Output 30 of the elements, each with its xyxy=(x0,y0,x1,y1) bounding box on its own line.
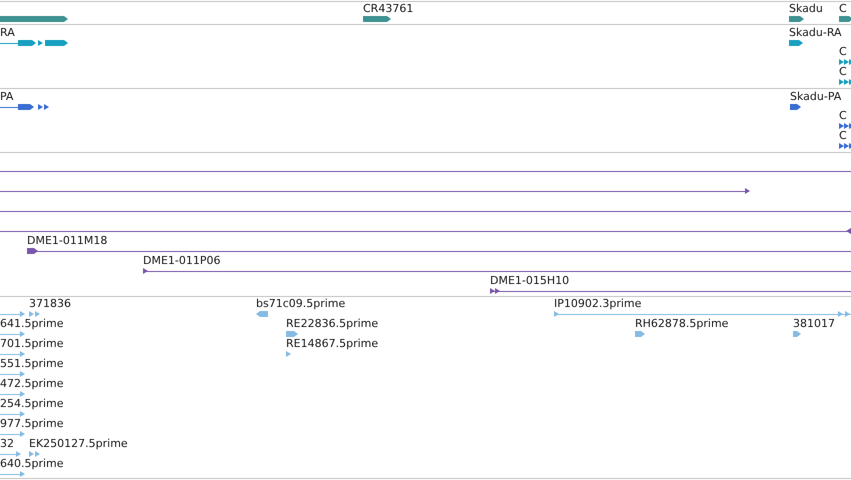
feature-label: bs71c09.5prime xyxy=(256,298,346,310)
feature-label: C xyxy=(839,3,847,15)
feature-label: 977.5prime xyxy=(0,418,64,430)
feature-label: Skadu-RA xyxy=(789,27,842,39)
feature-label: 472.5prime xyxy=(0,378,64,390)
feature-label: 254.5prime xyxy=(0,398,64,410)
feature-label: RE22836.5prime xyxy=(286,318,378,330)
feature-label: RE14867.5prime xyxy=(286,338,378,350)
feature-label: DME1-015H10 xyxy=(490,275,570,287)
feature-label: 371836 xyxy=(29,298,71,310)
feature-label: RA xyxy=(0,27,15,39)
feature-label: EK250127.5prime xyxy=(29,438,128,450)
feature-label: Skadu-PA xyxy=(790,91,842,103)
feature-label: C xyxy=(839,110,847,122)
feature-label: DME1-011P06 xyxy=(143,255,221,267)
feature-label: 381017 xyxy=(793,318,835,330)
feature-label: C xyxy=(839,130,847,142)
feature-label: IP10902.3prime xyxy=(554,298,642,310)
feature-label: PA xyxy=(0,91,14,103)
feature-label: 641.5prime xyxy=(0,318,64,330)
feature-label: 640.5prime xyxy=(0,458,64,470)
feature-label: Skadu xyxy=(789,3,823,15)
feature-label: CR43761 xyxy=(363,3,414,15)
feature-label: 551.5prime xyxy=(0,358,64,370)
feature-label: 32 xyxy=(0,438,14,450)
feature-label: RH62878.5prime xyxy=(635,318,728,330)
feature-label: C xyxy=(839,46,847,58)
feature-label: DME1-011M18 xyxy=(27,235,108,247)
feature-label: 701.5prime xyxy=(0,338,64,350)
feature-label: C xyxy=(839,66,847,78)
